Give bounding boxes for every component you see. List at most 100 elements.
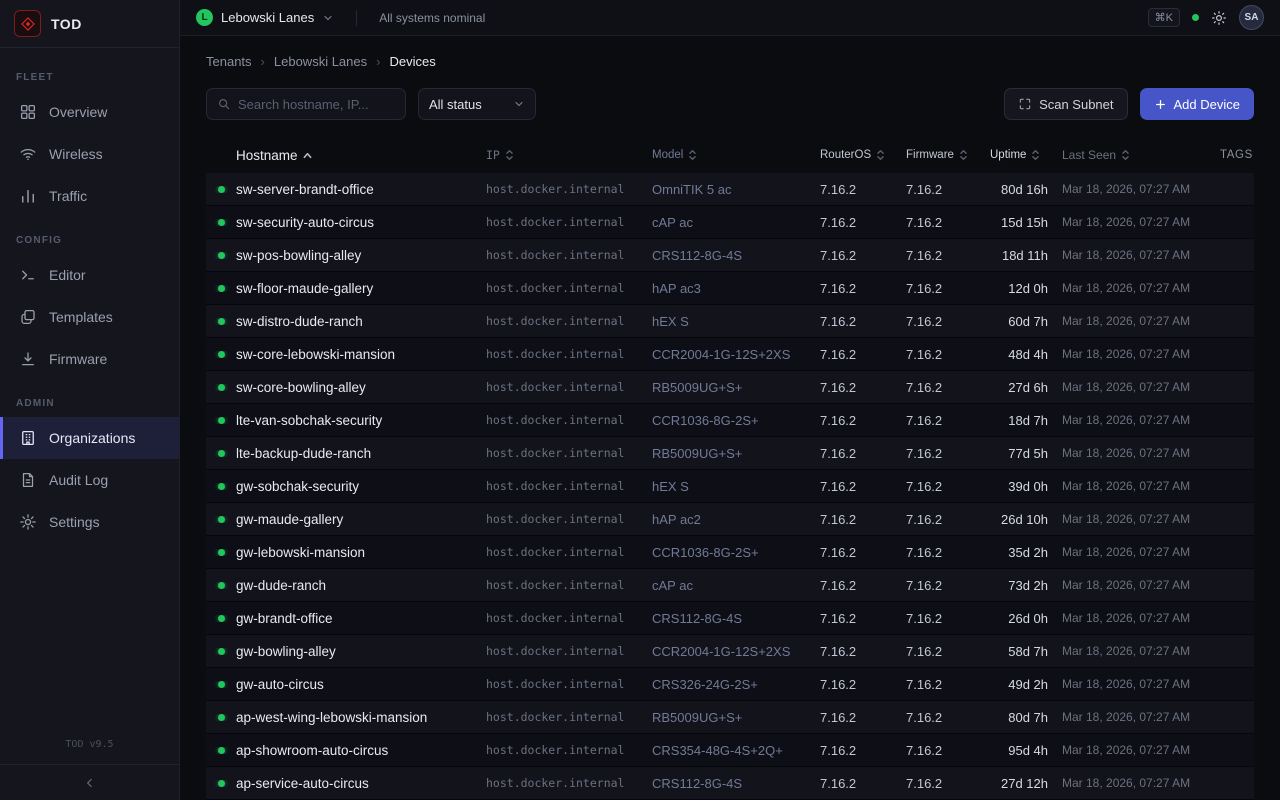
col-model[interactable]: Model [652, 149, 820, 161]
table-row[interactable]: sw-security-auto-circushost.docker.inter… [206, 206, 1254, 239]
cell-last-seen: Mar 18, 2026, 07:27 AM [1062, 281, 1220, 295]
app-version: TOD v9.5 [0, 729, 179, 764]
tenant-name: Lebowski Lanes [221, 10, 314, 25]
col-ip[interactable]: IP [486, 148, 652, 162]
cell-model: hAP ac3 [652, 281, 820, 296]
sidebar-collapse-button[interactable] [0, 764, 179, 800]
status-online-dot [218, 219, 225, 226]
sort-icon [959, 149, 968, 161]
cell-last-seen: Mar 18, 2026, 07:27 AM [1062, 380, 1220, 394]
col-uptime[interactable]: Uptime [990, 149, 1062, 161]
cell-last-seen: Mar 18, 2026, 07:27 AM [1062, 314, 1220, 328]
gear-icon [19, 513, 37, 531]
table-row[interactable]: lte-van-sobchak-securityhost.docker.inte… [206, 404, 1254, 437]
diamond-logo-icon [20, 16, 36, 32]
sidebar-item-label: Templates [49, 309, 113, 325]
cell-uptime: 27d 12h [990, 776, 1062, 791]
col-last-seen[interactable]: Last Seen [1062, 148, 1220, 162]
scan-subnet-button[interactable]: Scan Subnet [1004, 88, 1127, 120]
breadcrumb-tenants[interactable]: Tenants [206, 54, 252, 69]
sidebar-item-organizations[interactable]: Organizations [0, 417, 179, 459]
table-row[interactable]: ap-west-wing-lebowski-mansionhost.docker… [206, 701, 1254, 734]
sort-icon [505, 149, 514, 161]
cell-last-seen: Mar 18, 2026, 07:27 AM [1062, 611, 1220, 625]
table-row[interactable]: sw-core-lebowski-mansionhost.docker.inte… [206, 338, 1254, 371]
status-online-dot [218, 516, 225, 523]
breadcrumb-tenant-name[interactable]: Lebowski Lanes [274, 54, 367, 69]
table-row[interactable]: gw-bowling-alleyhost.docker.internalCCR2… [206, 635, 1254, 668]
sidebar-item-settings[interactable]: Settings [0, 501, 179, 543]
table-row[interactable]: gw-lebowski-mansionhost.docker.internalC… [206, 536, 1254, 569]
cell-routeros: 7.16.2 [820, 644, 906, 659]
page-content: Tenants › Lebowski Lanes › Devices All s… [180, 36, 1280, 800]
table-row[interactable]: ap-showroom-auto-circushost.docker.inter… [206, 734, 1254, 767]
cell-model: OmniTIK 5 ac [652, 182, 820, 197]
sidebar-item-overview[interactable]: Overview [0, 91, 179, 133]
sidebar-item-templates[interactable]: Templates [0, 296, 179, 338]
sidebar-section-admin-label: ADMIN [0, 380, 179, 417]
cell-uptime: 95d 4h [990, 743, 1062, 758]
cell-firmware: 7.16.2 [906, 677, 990, 692]
cell-status [206, 780, 236, 787]
table-row[interactable]: gw-sobchak-securityhost.docker.internalh… [206, 470, 1254, 503]
status-online-dot [218, 351, 225, 358]
status-online-dot [218, 714, 225, 721]
cell-ip: host.docker.internal [486, 281, 652, 295]
cell-last-seen: Mar 18, 2026, 07:27 AM [1062, 644, 1220, 658]
cell-model: CCR2004-1G-12S+2XS [652, 644, 820, 659]
table-row[interactable]: gw-auto-circushost.docker.internalCRS326… [206, 668, 1254, 701]
sidebar-item-firmware[interactable]: Firmware [0, 338, 179, 380]
table-row[interactable]: sw-server-brandt-officehost.docker.inter… [206, 173, 1254, 206]
cell-firmware: 7.16.2 [906, 347, 990, 362]
table-row[interactable]: gw-dude-ranchhost.docker.internalcAP ac7… [206, 569, 1254, 602]
col-hostname[interactable]: Hostname [236, 148, 486, 163]
app-logo[interactable] [14, 10, 41, 37]
building-icon [19, 429, 37, 447]
bar-chart-icon [19, 187, 37, 205]
cell-status [206, 648, 236, 655]
cell-uptime: 73d 2h [990, 578, 1062, 593]
cell-firmware: 7.16.2 [906, 281, 990, 296]
col-routeros[interactable]: RouterOS [820, 149, 906, 161]
table-row[interactable]: sw-floor-maude-galleryhost.docker.intern… [206, 272, 1254, 305]
sort-icon [1121, 149, 1130, 161]
cell-routeros: 7.16.2 [820, 248, 906, 263]
toolbar: All status Scan Subnet Add Dev [206, 88, 1254, 120]
cell-status [206, 615, 236, 622]
cell-status [206, 681, 236, 688]
cell-hostname: lte-van-sobchak-security [236, 413, 486, 428]
sidebar-item-wireless[interactable]: Wireless [0, 133, 179, 175]
status-online-dot [218, 285, 225, 292]
search-input[interactable] [238, 97, 395, 112]
status-online-dot [218, 747, 225, 754]
user-avatar[interactable]: SA [1239, 5, 1264, 30]
sidebar-item-traffic[interactable]: Traffic [0, 175, 179, 217]
cell-ip: host.docker.internal [486, 512, 652, 526]
column-label: Firmware [906, 149, 954, 161]
table-row[interactable]: sw-core-bowling-alleyhost.docker.interna… [206, 371, 1254, 404]
add-device-button[interactable]: Add Device [1140, 88, 1254, 120]
cell-status [206, 186, 236, 193]
sidebar-item-audit-log[interactable]: Audit Log [0, 459, 179, 501]
column-label: Last Seen [1062, 148, 1116, 162]
table-row[interactable]: gw-brandt-officehost.docker.internalCRS1… [206, 602, 1254, 635]
grid-icon [19, 103, 37, 121]
command-palette-shortcut[interactable]: ⌘K [1148, 8, 1180, 27]
col-firmware[interactable]: Firmware [906, 149, 990, 161]
status-online-dot [218, 582, 225, 589]
cell-uptime: 18d 7h [990, 413, 1062, 428]
cell-model: CRS354-48G-4S+2Q+ [652, 743, 820, 758]
theme-toggle-button[interactable] [1211, 10, 1227, 26]
cell-routeros: 7.16.2 [820, 512, 906, 527]
cell-firmware: 7.16.2 [906, 215, 990, 230]
table-row[interactable]: sw-pos-bowling-alleyhost.docker.internal… [206, 239, 1254, 272]
sidebar-item-editor[interactable]: Editor [0, 254, 179, 296]
cell-model: cAP ac [652, 578, 820, 593]
table-row[interactable]: gw-maude-galleryhost.docker.internalhAP … [206, 503, 1254, 536]
cell-firmware: 7.16.2 [906, 182, 990, 197]
tenant-selector[interactable]: L Lebowski Lanes [196, 9, 334, 26]
table-row[interactable]: sw-distro-dude-ranchhost.docker.internal… [206, 305, 1254, 338]
status-filter-select[interactable]: All status [418, 88, 536, 120]
table-row[interactable]: ap-service-auto-circushost.docker.intern… [206, 767, 1254, 800]
table-row[interactable]: lte-backup-dude-ranchhost.docker.interna… [206, 437, 1254, 470]
